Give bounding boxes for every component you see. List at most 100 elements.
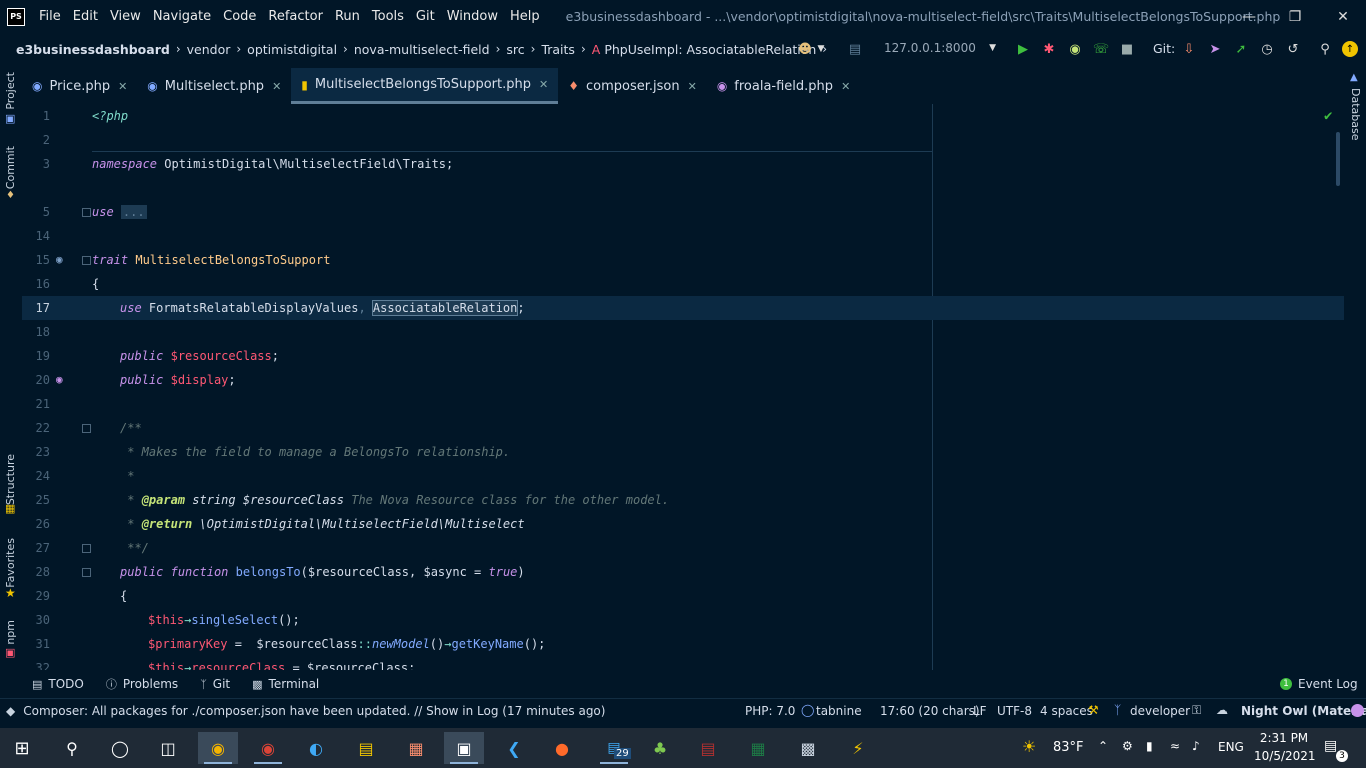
fold-end-icon[interactable]: [82, 544, 91, 553]
menu-window[interactable]: Window: [447, 9, 498, 24]
menu-refactor[interactable]: Refactor: [268, 9, 323, 24]
solitaire-icon[interactable]: ♣: [640, 732, 680, 764]
history-icon[interactable]: ◷: [1258, 40, 1276, 58]
remote-desktop-icon[interactable]: ▩: [788, 732, 828, 764]
menu-view[interactable]: View: [110, 9, 141, 24]
tab-price-php[interactable]: ◉ Price.php ✕: [22, 68, 137, 104]
search-icon[interactable]: ⚲: [52, 732, 92, 764]
php-language-level[interactable]: PHP: 7.0: [745, 704, 795, 718]
tab-multiselect-php[interactable]: ◉ Multiselect.php ✕: [137, 68, 291, 104]
database-tool-tab[interactable]: Database: [1349, 88, 1362, 141]
caret-position[interactable]: 17:60 (20 chars): [880, 704, 980, 718]
status-message[interactable]: Composer: All packages for ./composer.js…: [23, 704, 605, 718]
line-separator[interactable]: LF: [973, 704, 987, 718]
clock-time[interactable]: 2:31 PM: [1254, 731, 1314, 745]
project-tool-tab[interactable]: Project: [4, 72, 17, 110]
language-indicator[interactable]: ENG: [1218, 740, 1244, 754]
close-icon[interactable]: ✕: [272, 80, 281, 93]
minimize-button[interactable]: —: [1226, 0, 1272, 33]
menu-help[interactable]: Help: [510, 9, 540, 24]
close-icon[interactable]: ✕: [539, 78, 548, 91]
stop-icon[interactable]: ■: [1118, 40, 1136, 58]
phone-listen-icon[interactable]: ☏: [1092, 40, 1110, 58]
menu-navigate[interactable]: Navigate: [153, 9, 211, 24]
lock-icon[interactable]: ⚿: [1192, 703, 1201, 718]
rollback-icon[interactable]: ↺: [1284, 40, 1302, 58]
close-icon[interactable]: ✕: [118, 80, 127, 93]
git-commit-icon[interactable]: ➤: [1206, 40, 1224, 58]
fold-collapse-icon[interactable]: [82, 256, 91, 265]
breadcrumb-vendor[interactable]: vendor: [187, 42, 231, 57]
filezilla-icon[interactable]: ⚡: [838, 732, 878, 764]
close-icon[interactable]: ✕: [688, 80, 697, 93]
search-icon[interactable]: ⚲: [1316, 40, 1334, 58]
favorites-tool-tab[interactable]: Favorites: [4, 538, 17, 588]
menu-git[interactable]: Git: [416, 9, 435, 24]
volume-icon[interactable]: ♪: [1192, 739, 1200, 753]
theme-name[interactable]: Night Owl (Material): [1241, 704, 1366, 718]
git-tool-button[interactable]: ᛉ Git: [200, 677, 230, 691]
event-log-button[interactable]: 1 Event Log: [1280, 677, 1358, 691]
override-icon[interactable]: ◉: [56, 368, 63, 392]
restore-button[interactable]: ❐: [1272, 0, 1318, 33]
fold-expand-icon[interactable]: [82, 208, 91, 217]
close-icon[interactable]: ✕: [841, 80, 850, 93]
tab-froala-field-php[interactable]: ◉ froala-field.php ✕: [707, 68, 860, 104]
chevron-down-icon[interactable]: ▼: [812, 40, 830, 58]
battery-icon[interactable]: ▮: [1146, 739, 1153, 753]
postman-icon[interactable]: ●: [542, 732, 582, 764]
fold-collapse-icon[interactable]: [82, 424, 91, 433]
breadcrumb-src[interactable]: src: [506, 42, 524, 57]
breadcrumb-nova-multiselect-field[interactable]: nova-multiselect-field: [354, 42, 490, 57]
structure-tool-tab[interactable]: Structure: [4, 454, 17, 505]
fold-collapse-icon[interactable]: [82, 568, 91, 577]
breadcrumb-symbol[interactable]: PhpUseImpl: AssociatableRelation: [604, 42, 816, 57]
commit-tool-tab[interactable]: Commit: [4, 146, 17, 189]
git-update-icon[interactable]: ⇩: [1180, 40, 1198, 58]
tabnine-widget[interactable]: tabnine: [816, 704, 862, 718]
excel-icon[interactable]: ▦: [738, 732, 778, 764]
file-encoding[interactable]: UTF-8: [997, 704, 1032, 718]
tab-composer-json[interactable]: ♦ composer.json ✕: [558, 68, 707, 104]
menu-file[interactable]: File: [39, 9, 61, 24]
phpstorm-icon[interactable]: ▣: [444, 732, 484, 764]
chevron-up-icon[interactable]: ⌃: [1098, 739, 1108, 753]
edge-icon[interactable]: ◐: [296, 732, 336, 764]
chrome-profile-icon[interactable]: ◉: [248, 732, 288, 764]
implemented-icon[interactable]: ◉: [56, 248, 63, 272]
run-icon[interactable]: ▶: [1014, 40, 1032, 58]
breadcrumb-traits[interactable]: Traits: [541, 42, 574, 57]
menu-tools[interactable]: Tools: [372, 9, 404, 24]
problems-tool-button[interactable]: ⓘ Problems: [106, 676, 178, 692]
close-window-button[interactable]: ✕: [1320, 0, 1366, 33]
weather-icon[interactable]: ☀: [1022, 737, 1036, 756]
xampp-icon[interactable]: ▦: [396, 732, 436, 764]
run-configuration-select[interactable]: 127.0.0.1:8000 ▼: [866, 37, 1006, 59]
cortana-icon[interactable]: ◯: [100, 732, 140, 764]
windows-start-icon[interactable]: ⊞: [2, 732, 42, 764]
breadcrumb-optimistdigital[interactable]: optimistdigital: [247, 42, 337, 57]
git-push-icon[interactable]: ➚: [1232, 40, 1250, 58]
task-view-icon[interactable]: ◫: [148, 732, 188, 764]
ide-update-icon[interactable]: ↑: [1342, 41, 1358, 57]
notification-center-icon[interactable]: ▤: [1324, 738, 1337, 754]
git-branch[interactable]: developer: [1130, 704, 1190, 718]
npm-tool-tab[interactable]: npm: [4, 620, 17, 645]
indent-setting[interactable]: 4 spaces: [1040, 704, 1093, 718]
wifi-icon[interactable]: ≈: [1170, 739, 1180, 753]
todo-tool-button[interactable]: ▤ TODO: [32, 677, 84, 691]
coverage-icon[interactable]: ◉: [1066, 40, 1084, 58]
debug-icon[interactable]: ✱: [1040, 40, 1058, 58]
tab-multiselectbelongstosupport-php[interactable]: ▮ MultiselectBelongsToSupport.php ✕: [291, 68, 559, 104]
folded-imports[interactable]: ...: [120, 205, 147, 219]
file-explorer-icon[interactable]: ▤: [346, 732, 386, 764]
weather-temperature[interactable]: 83°F: [1053, 740, 1084, 755]
clock-date[interactable]: 10/5/2021: [1254, 749, 1316, 763]
chrome-icon[interactable]: ◉: [198, 732, 238, 764]
breadcrumb-project[interactable]: e3businessdashboard: [16, 42, 170, 57]
menu-edit[interactable]: Edit: [73, 9, 98, 24]
terminal-tool-button[interactable]: ▩ Terminal: [252, 677, 319, 691]
menu-code[interactable]: Code: [223, 9, 256, 24]
phpstorm-logo-icon[interactable]: PS: [7, 7, 25, 26]
code-editor[interactable]: ✔ 1 <?php 2 3 namespace OptimistDigital\…: [22, 104, 1344, 670]
